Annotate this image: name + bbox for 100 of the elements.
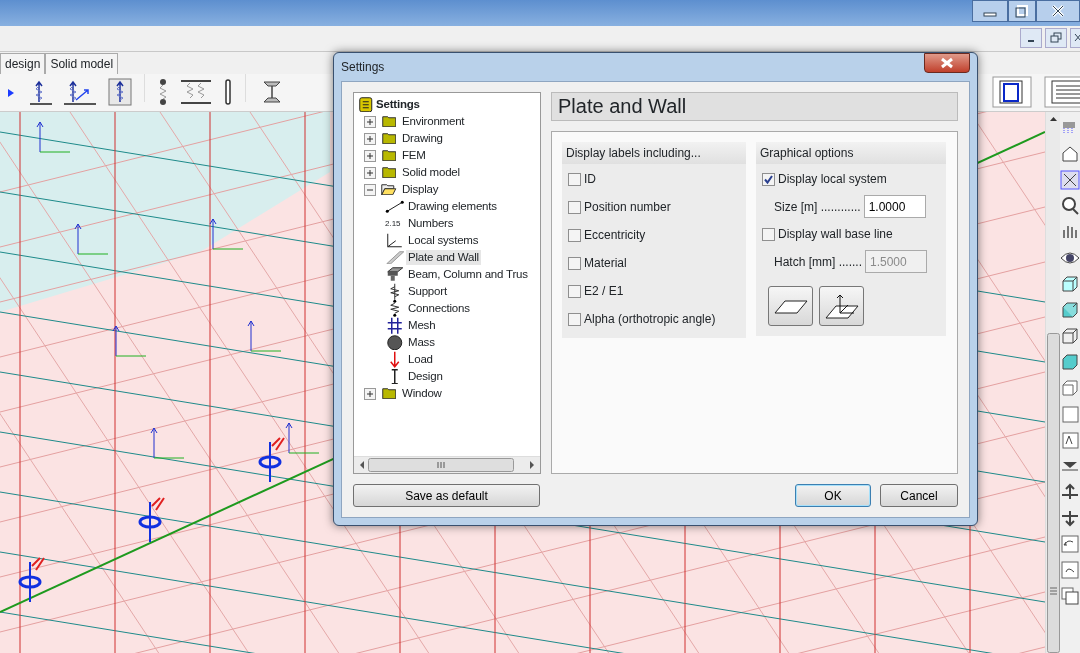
wireframe-cube-icon[interactable]	[1060, 325, 1080, 346]
solid-cube-icon[interactable]	[1060, 351, 1080, 372]
tree-item[interactable]: Plate and Wall	[406, 250, 481, 265]
local-axes-icon	[247, 320, 282, 351]
tree-item[interactable]: Mass	[406, 335, 437, 350]
tree-item[interactable]: Drawing elements	[406, 199, 499, 214]
minimize-icon[interactable]	[1020, 28, 1042, 49]
tab[interactable]: Solid model	[45, 52, 119, 74]
group-title: Display labels including...	[562, 142, 746, 164]
scrollbar-thumb[interactable]	[1046, 333, 1060, 653]
checkbox[interactable]	[762, 227, 775, 241]
plate-icon	[385, 250, 405, 265]
tree-item[interactable]: Local systems	[406, 233, 481, 248]
checkbox-label[interactable]: Alpha (orthotropic angle)	[584, 310, 716, 328]
close-icon[interactable]	[1036, 0, 1080, 22]
checkbox-label[interactable]: Eccentricity	[584, 226, 646, 244]
magnifier-icon[interactable]	[1060, 195, 1080, 216]
tree-item[interactable]: Load	[406, 352, 435, 367]
restore-icon[interactable]	[1045, 28, 1067, 49]
tree-item[interactable]: Numbers	[406, 216, 456, 231]
solid-cube-icon[interactable]	[1060, 299, 1080, 320]
page-icon[interactable]	[992, 76, 1032, 109]
field-label: Hatch [mm] .......	[774, 253, 862, 271]
spring-support-icon[interactable]	[30, 78, 52, 107]
close-icon[interactable]	[1070, 28, 1080, 49]
dialog-button[interactable]: OK	[795, 484, 871, 507]
tab[interactable]: design	[0, 52, 46, 74]
tree-item[interactable]: Drawing	[400, 131, 445, 146]
plate-axes-icon	[824, 293, 859, 319]
expander-icon[interactable]	[364, 132, 376, 145]
tree-item[interactable]: Connections	[406, 301, 472, 316]
local-axes-icon	[74, 223, 109, 254]
folder-icon	[381, 132, 397, 145]
scroll-right-icon[interactable]	[528, 460, 536, 470]
checkbox[interactable]	[568, 256, 581, 270]
tree-item[interactable]: Display	[400, 182, 441, 197]
scroll-left-icon[interactable]	[358, 460, 366, 470]
support-symbol	[138, 496, 165, 543]
zoom-extents-icon[interactable]	[1060, 169, 1080, 190]
up-arrow-icon[interactable]	[1060, 481, 1080, 502]
dialog-button[interactable]: Save as default	[353, 484, 540, 507]
framed-spring-icon[interactable]	[108, 78, 132, 107]
tree-item[interactable]: Settings	[374, 97, 422, 112]
tree-item[interactable]: Design	[406, 369, 445, 384]
tree-item[interactable]: Window	[400, 386, 444, 401]
axes-icon	[387, 233, 403, 248]
expander-icon[interactable]	[364, 149, 376, 162]
ball-icon	[387, 334, 403, 351]
page-header: Plate and Wall	[551, 92, 958, 121]
local-axes-icon	[112, 325, 147, 356]
double-spring-icon[interactable]	[181, 78, 211, 107]
tree-item[interactable]: Solid model	[400, 165, 462, 180]
checkbox-label[interactable]: E2 / E1	[584, 282, 624, 300]
checkbox[interactable]	[568, 284, 581, 298]
text-box-icon[interactable]	[1060, 429, 1080, 450]
i-bar-icon	[391, 368, 399, 385]
local-axes-icon	[36, 121, 71, 152]
tree-item[interactable]: Mesh	[406, 318, 438, 333]
checkbox[interactable]	[568, 312, 581, 326]
expander-icon[interactable]	[364, 183, 376, 196]
checkbox-label[interactable]: Display wall base line	[778, 225, 893, 243]
input-field[interactable]: 1.0000	[863, 195, 926, 218]
rod-icon[interactable]	[223, 78, 233, 107]
checkbox[interactable]	[762, 172, 775, 186]
spring-icon	[390, 282, 400, 301]
tree-item[interactable]: Beam, Column and Trus	[406, 267, 530, 282]
undo-icon[interactable]	[1060, 533, 1080, 554]
checkbox[interactable]	[568, 200, 581, 214]
spring-link-icon	[390, 299, 400, 318]
checkbox[interactable]	[568, 172, 581, 186]
tree-item[interactable]: FEM	[400, 148, 428, 163]
tree-item[interactable]: Support	[406, 284, 449, 299]
checkbox-label[interactable]: ID	[584, 170, 596, 188]
folder-icon	[381, 115, 397, 128]
expander-icon[interactable]	[364, 115, 376, 128]
checkbox-label[interactable]: Display local system	[778, 170, 887, 188]
support-symbol	[258, 436, 285, 483]
checkbox-label[interactable]: Material	[584, 254, 627, 272]
spring-link-icon[interactable]	[157, 78, 169, 107]
spring-axes-icon[interactable]	[64, 78, 96, 107]
expander-icon[interactable]	[364, 387, 376, 400]
open-folder-icon	[381, 183, 397, 196]
checkbox[interactable]	[568, 228, 581, 242]
grid-icon	[387, 316, 403, 335]
local-axes-icon	[150, 427, 185, 458]
restore-icon[interactable]	[1008, 0, 1036, 22]
scrollbar-thumb[interactable]	[368, 458, 514, 472]
wireframe-cube-icon[interactable]	[1060, 273, 1080, 294]
dialog-button[interactable]: Cancel	[880, 484, 958, 507]
redo-icon[interactable]	[1060, 559, 1080, 580]
plate-axes-button[interactable]	[819, 286, 864, 326]
expander-icon[interactable]	[364, 166, 376, 179]
close-icon	[940, 57, 954, 69]
plate-button[interactable]	[768, 286, 813, 326]
tree-item[interactable]: Environment	[400, 114, 467, 129]
copy-icon[interactable]	[1060, 585, 1080, 606]
group-title: Graphical options	[756, 142, 946, 164]
checkbox-label[interactable]: Position number	[584, 198, 671, 216]
close-button[interactable]	[924, 53, 970, 73]
cube-outline-icon[interactable]	[1060, 377, 1080, 398]
